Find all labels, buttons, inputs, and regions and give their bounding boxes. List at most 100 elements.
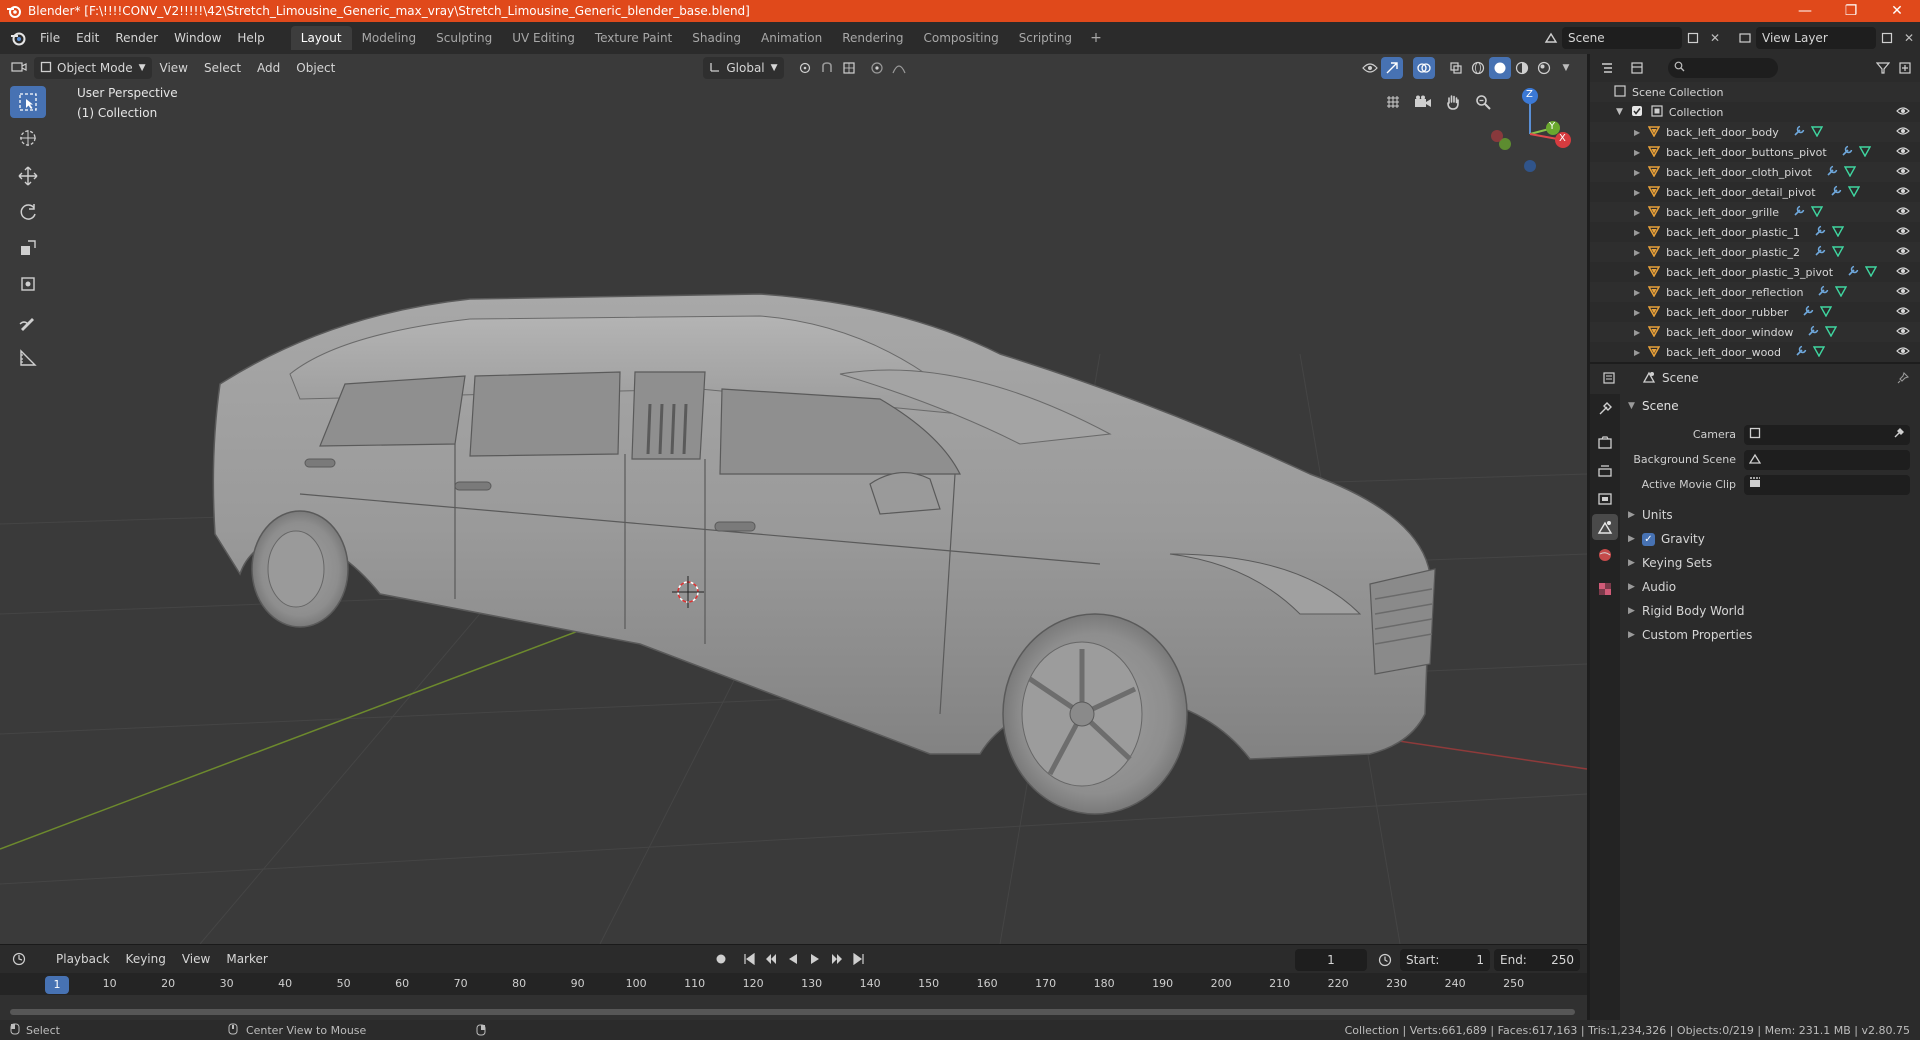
3d-viewport[interactable]: Object Mode ▼ View Select Add Object Glo… <box>0 54 1587 944</box>
maximize-button[interactable]: ❐ <box>1828 0 1874 22</box>
eye-icon[interactable] <box>1896 105 1910 120</box>
keying-sets-panel[interactable]: ▶ Keying Sets <box>1620 551 1920 575</box>
mesh-data-icon[interactable] <box>1825 325 1838 340</box>
gravity-checkbox[interactable]: ✓ <box>1642 532 1655 546</box>
eye-icon[interactable] <box>1896 145 1910 160</box>
rendered-shading-icon[interactable] <box>1533 57 1555 79</box>
tab-view-layer[interactable] <box>1592 486 1618 512</box>
menu-window[interactable]: Window <box>166 26 229 50</box>
rotate-tool[interactable] <box>10 196 46 228</box>
viewport-menu-view[interactable]: View <box>152 57 196 79</box>
snap-target-icon[interactable] <box>838 57 860 79</box>
play-reverse-icon[interactable] <box>782 948 804 970</box>
expand-arrow-icon[interactable]: ▶ <box>1634 288 1640 297</box>
expand-arrow-icon[interactable]: ▶ <box>1634 328 1640 337</box>
camera-field[interactable] <box>1744 424 1910 445</box>
outliner-object-row[interactable]: ▶ back_left_door_grille <box>1590 202 1920 222</box>
tab-render[interactable] <box>1592 430 1618 456</box>
falloff-icon[interactable] <box>888 57 910 79</box>
proportional-editing-icon[interactable] <box>866 57 888 79</box>
outliner-object-row[interactable]: ▶ back_left_door_plastic_2 <box>1590 242 1920 262</box>
display-mode-icon[interactable] <box>1626 57 1648 79</box>
overlays-icon[interactable] <box>1413 57 1435 79</box>
modifier-wrench-icon[interactable] <box>1830 185 1842 200</box>
modifier-wrench-icon[interactable] <box>1793 125 1805 140</box>
material-shading-icon[interactable] <box>1511 57 1533 79</box>
timeline-editor-type-icon[interactable] <box>8 948 30 970</box>
navigation-gizmo[interactable]: Z Y X <box>1485 84 1575 174</box>
expand-arrow-icon[interactable]: ▶ <box>1634 248 1640 257</box>
outliner-object-row[interactable]: ▶ back_left_door_rubber <box>1590 302 1920 322</box>
eye-icon[interactable] <box>1896 325 1910 340</box>
timeline-track[interactable] <box>0 995 1587 1021</box>
start-frame-field[interactable]: Start: 1 <box>1400 949 1490 971</box>
wireframe-shading-icon[interactable] <box>1467 57 1489 79</box>
eye-icon[interactable] <box>1896 205 1910 220</box>
modifier-wrench-icon[interactable] <box>1795 345 1807 360</box>
record-icon[interactable] <box>710 948 732 970</box>
outliner-object-row[interactable]: ▶ back_left_door_plastic_1 <box>1590 222 1920 242</box>
mesh-data-icon[interactable] <box>1864 265 1878 280</box>
mesh-data-icon[interactable] <box>1810 205 1824 220</box>
object-mode-dropdown[interactable]: Object Mode ▼ <box>34 57 152 79</box>
frame-ruler[interactable]: 1 10 20 30 40 50 60 70 80 90 100 110 120 130 140 150 160… <box>0 973 1587 995</box>
xray-icon[interactable] <box>1445 57 1467 79</box>
modifier-wrench-icon[interactable] <box>1841 145 1853 160</box>
mesh-data-icon[interactable] <box>1835 285 1848 300</box>
mesh-data-icon[interactable] <box>1847 185 1860 200</box>
new-scene-icon[interactable] <box>1682 27 1704 49</box>
filter-icon[interactable] <box>1872 57 1894 79</box>
eye-icon[interactable] <box>1896 285 1910 300</box>
collection-row[interactable]: ▼ Collection <box>1590 102 1920 122</box>
outliner-object-row[interactable]: ▶ back_left_door_cloth_pivot <box>1590 162 1920 182</box>
scene-icon[interactable] <box>1540 27 1562 49</box>
mesh-data-icon[interactable] <box>1812 345 1826 360</box>
delete-scene-icon[interactable]: ✕ <box>1704 27 1726 49</box>
expand-arrow-icon[interactable]: ▶ <box>1634 168 1640 177</box>
timeline-menu-playback[interactable]: Playback <box>48 948 118 970</box>
gizmo-toggle-icon[interactable] <box>1381 57 1403 79</box>
preview-range-icon[interactable] <box>1374 949 1396 971</box>
eye-icon[interactable] <box>1896 305 1910 320</box>
menu-file[interactable]: File <box>32 26 68 50</box>
scale-tool[interactable] <box>10 232 46 264</box>
delete-view-layer-icon[interactable]: ✕ <box>1898 27 1920 49</box>
viewport-menu-select[interactable]: Select <box>196 57 249 79</box>
blender-menu-icon[interactable] <box>4 24 32 52</box>
scene-selector[interactable]: Scene <box>1562 27 1682 49</box>
editor-type-icon[interactable] <box>8 57 30 79</box>
shading-options-icon[interactable]: ▼ <box>1555 57 1577 79</box>
tab-sculpting[interactable]: Sculpting <box>426 26 502 50</box>
play-icon[interactable] <box>804 948 826 970</box>
modifier-wrench-icon[interactable] <box>1814 245 1826 260</box>
pivot-point-icon[interactable] <box>794 57 816 79</box>
mesh-data-icon[interactable] <box>1810 125 1823 140</box>
current-frame-field[interactable]: 1 <box>1295 949 1367 971</box>
outliner-object-row[interactable]: ▶ back_left_door_window <box>1590 322 1920 342</box>
properties-editor-type-icon[interactable] <box>1598 367 1620 389</box>
modifier-wrench-icon[interactable] <box>1826 165 1838 180</box>
move-tool[interactable] <box>10 160 46 192</box>
tab-uv-editing[interactable]: UV Editing <box>502 26 585 50</box>
eye-icon[interactable] <box>1896 265 1910 280</box>
timeline-menu-marker[interactable]: Marker <box>218 948 275 970</box>
modifier-wrench-icon[interactable] <box>1817 285 1829 300</box>
outliner-object-row[interactable]: ▶ back_left_door_wood <box>1590 342 1920 362</box>
modifier-wrench-icon[interactable] <box>1847 265 1859 280</box>
eye-icon[interactable] <box>1896 185 1910 200</box>
add-workspace-button[interactable]: + <box>1082 30 1110 46</box>
menu-help[interactable]: Help <box>229 26 272 50</box>
outliner-object-row[interactable]: ▶ back_left_door_detail_pivot <box>1590 182 1920 202</box>
jump-keyframe-forward-icon[interactable] <box>826 948 848 970</box>
modifier-wrench-icon[interactable] <box>1793 205 1805 220</box>
expand-arrow-icon[interactable]: ▶ <box>1634 188 1640 197</box>
camera-view-icon[interactable] <box>1409 88 1437 116</box>
pin-icon[interactable] <box>1892 367 1914 389</box>
gravity-panel[interactable]: ▶ ✓ Gravity <box>1620 527 1920 551</box>
eyedropper-icon[interactable] <box>1893 427 1905 442</box>
jump-end-icon[interactable] <box>848 948 870 970</box>
collapse-arrow-icon[interactable]: ▼ <box>1616 107 1623 117</box>
new-view-layer-icon[interactable] <box>1876 27 1898 49</box>
tab-scene[interactable] <box>1592 514 1618 540</box>
tab-compositing[interactable]: Compositing <box>913 26 1008 50</box>
